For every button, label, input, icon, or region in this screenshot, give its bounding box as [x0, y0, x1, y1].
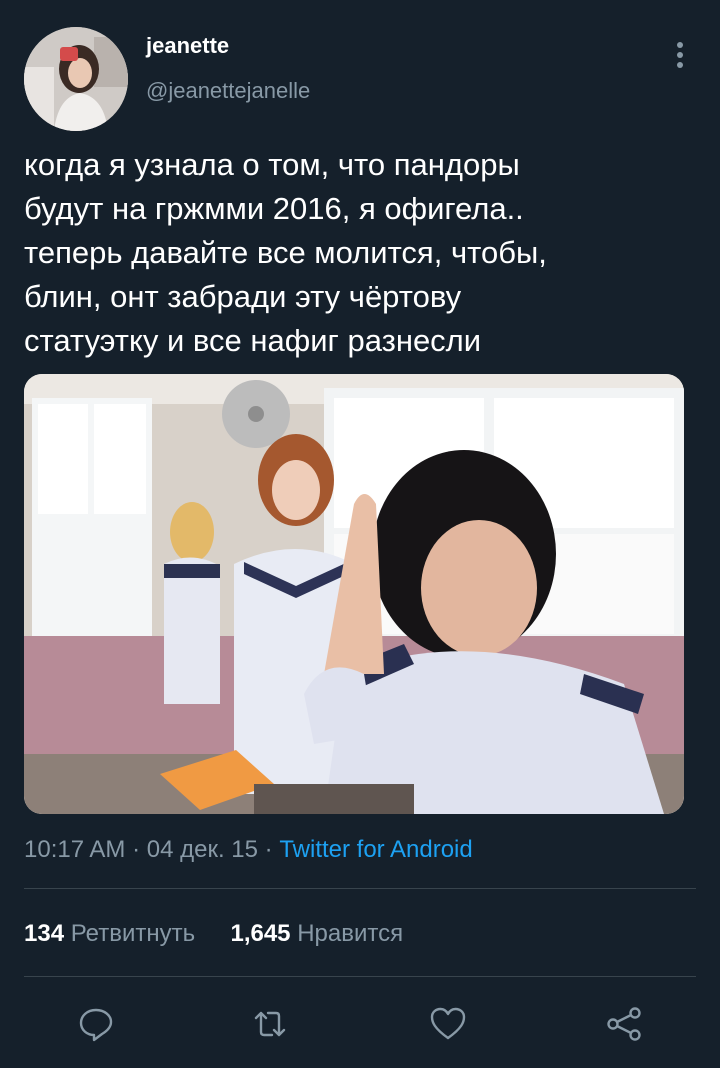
avatar-image	[24, 27, 128, 131]
user-handle[interactable]: @jeanettejanelle	[146, 78, 310, 104]
retweets-label: Ретвитнуть	[70, 920, 196, 947]
reply-icon[interactable]	[76, 1004, 116, 1044]
tweet-source-link[interactable]: Twitter for Android	[279, 836, 472, 863]
tweet-time: 10:17 AM	[24, 836, 126, 863]
retweet-icon[interactable]	[250, 1004, 290, 1044]
like-icon[interactable]	[428, 1004, 468, 1044]
tweet-stats: 134 Ретвитнуть 1,645 Нравится	[24, 920, 403, 948]
share-icon[interactable]	[604, 1004, 644, 1044]
likes-stat[interactable]: 1,645 Нравится	[230, 920, 403, 947]
retweets-stat[interactable]: 134 Ретвитнуть	[24, 920, 195, 947]
more-options-icon[interactable]	[666, 38, 694, 74]
meta-separator: ·	[257, 836, 280, 863]
divider	[24, 976, 696, 977]
tweet-meta: 10:17 AM · 04 дек. 15 · Twitter for Andr…	[24, 836, 473, 864]
photo-image	[24, 374, 684, 814]
meta-separator: ·	[125, 836, 147, 863]
likes-label: Нравится	[297, 920, 404, 947]
likes-count: 1,645	[230, 920, 291, 947]
retweets-count: 134	[24, 920, 65, 947]
divider	[24, 888, 696, 889]
tweet-photo[interactable]	[24, 374, 684, 814]
display-name[interactable]: jeanette	[146, 33, 229, 59]
tweet-date: 04 дек. 15	[146, 836, 258, 863]
tweet-text: когда я узнала о том, что пандоры будут …	[24, 147, 547, 358]
avatar[interactable]	[24, 27, 128, 131]
